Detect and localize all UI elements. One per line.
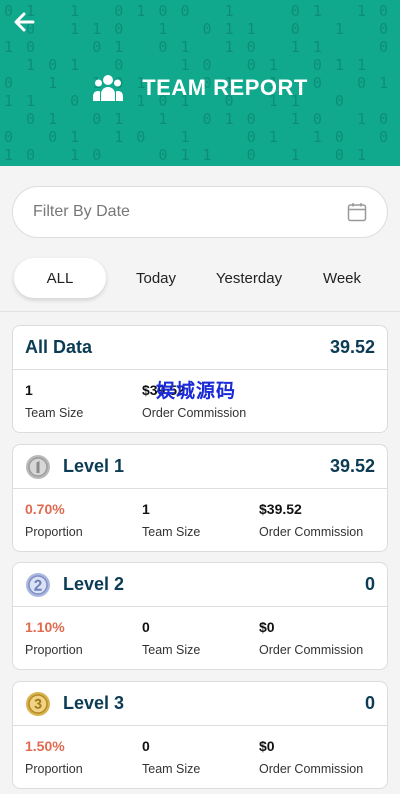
date-filter-placeholder: Filter By Date [33,203,130,220]
page-title: TEAM REPORT [142,75,308,100]
level-3-body: 1.50% Proportion 0 Team Size $0 Order Co… [13,726,387,788]
level-2-commission: $0 Order Commission [259,619,363,657]
silver-medal-1-icon [26,454,50,479]
team-size-stat: 1 Team Size [25,382,83,420]
commission-value: $0 [259,738,275,754]
calendar-icon[interactable] [347,202,367,222]
level-1-team-size: 1 Team Size [142,501,200,539]
level-1-header: Level 1 39.52 [13,445,387,489]
level-2-body: 1.10% Proportion 0 Team Size $0 Order Co… [13,607,387,669]
team-size-value: 0 [142,619,150,635]
level-3-card[interactable]: Level 3 0 1.50% Proportion 0 Team Size $… [12,681,388,789]
level-1-title: Level 1 [63,456,125,476]
level-1-proportion: 0.70% Proportion [25,501,83,539]
watermark-text: 娱城源码 [156,381,237,402]
tab-week[interactable]: Week [306,258,378,298]
main-content: Filter By Date ALL Today Yesterday Week … [0,166,400,794]
level-1-total: 39.52 [329,456,375,476]
proportion-label: Proportion [25,762,83,776]
level-2-title: Level 2 [63,574,125,594]
blue-medal-2-icon [26,572,50,597]
team-size-label: Team Size [142,643,201,657]
level-3-proportion: 1.50% Proportion [25,738,83,776]
proportion-value: 0.70% [25,501,65,517]
team-size-label: Team Size [142,762,201,776]
team-size-value: 1 [142,501,150,517]
commission-label: Order Commission [259,525,364,539]
level-2-card[interactable]: Level 2 0 1.10% Proportion 0 Team Size $… [12,562,388,670]
proportion-label: Proportion [25,525,83,539]
date-filter-input[interactable]: Filter By Date [12,186,388,238]
team-icon [93,75,124,101]
level-1-body: 0.70% Proportion 1 Team Size $39.52 Orde… [13,489,387,551]
level-1-commission: $39.52 Order Commission [259,501,363,539]
all-data-total: 39.52 [329,337,375,357]
all-data-header: All Data 39.52 [13,326,387,370]
level-3-header: Level 3 0 [13,682,387,726]
commission-value: $39.52 [259,501,302,517]
commission-label: Order Commission [259,643,364,657]
proportion-value: 1.10% [25,619,65,635]
team-size-value: 1 [25,382,33,398]
level-1-card[interactable]: Level 1 39.52 0.70% Proportion 1 Team Si… [12,444,388,552]
tab-today[interactable]: Today [120,258,192,298]
tab-yesterday[interactable]: Yesterday [204,258,294,298]
level-2-team-size: 0 Team Size [142,619,200,657]
header: 0 1 1 0 1 0 0 1 0 1 1 0 1 0 1 1 0 1 0 1 … [0,0,400,166]
level-3-team-size: 0 Team Size [142,738,200,776]
team-size-label: Team Size [142,525,201,539]
level-2-header: Level 2 0 [13,563,387,607]
commission-label: Order Commission [142,406,247,420]
back-button[interactable] [10,8,38,36]
level-3-commission: $0 Order Commission [259,738,363,776]
proportion-value: 1.50% [25,738,65,754]
level-3-total: 0 [364,693,375,713]
header-title-group: TEAM REPORT [0,72,400,104]
commission-label: Order Commission [259,762,364,776]
arrow-left-icon [14,12,35,32]
commission-value: $0 [259,619,275,635]
tab-all[interactable]: ALL [14,258,106,298]
team-size-label: Team Size [25,406,84,420]
all-data-title: All Data [25,337,93,357]
proportion-label: Proportion [25,643,83,657]
period-tabs: ALL Today Yesterday Week [0,258,400,312]
gold-medal-3-icon [26,691,50,716]
level-2-proportion: 1.10% Proportion [25,619,83,657]
team-size-value: 0 [142,738,150,754]
level-2-total: 0 [364,574,375,594]
level-3-title: Level 3 [63,693,125,713]
